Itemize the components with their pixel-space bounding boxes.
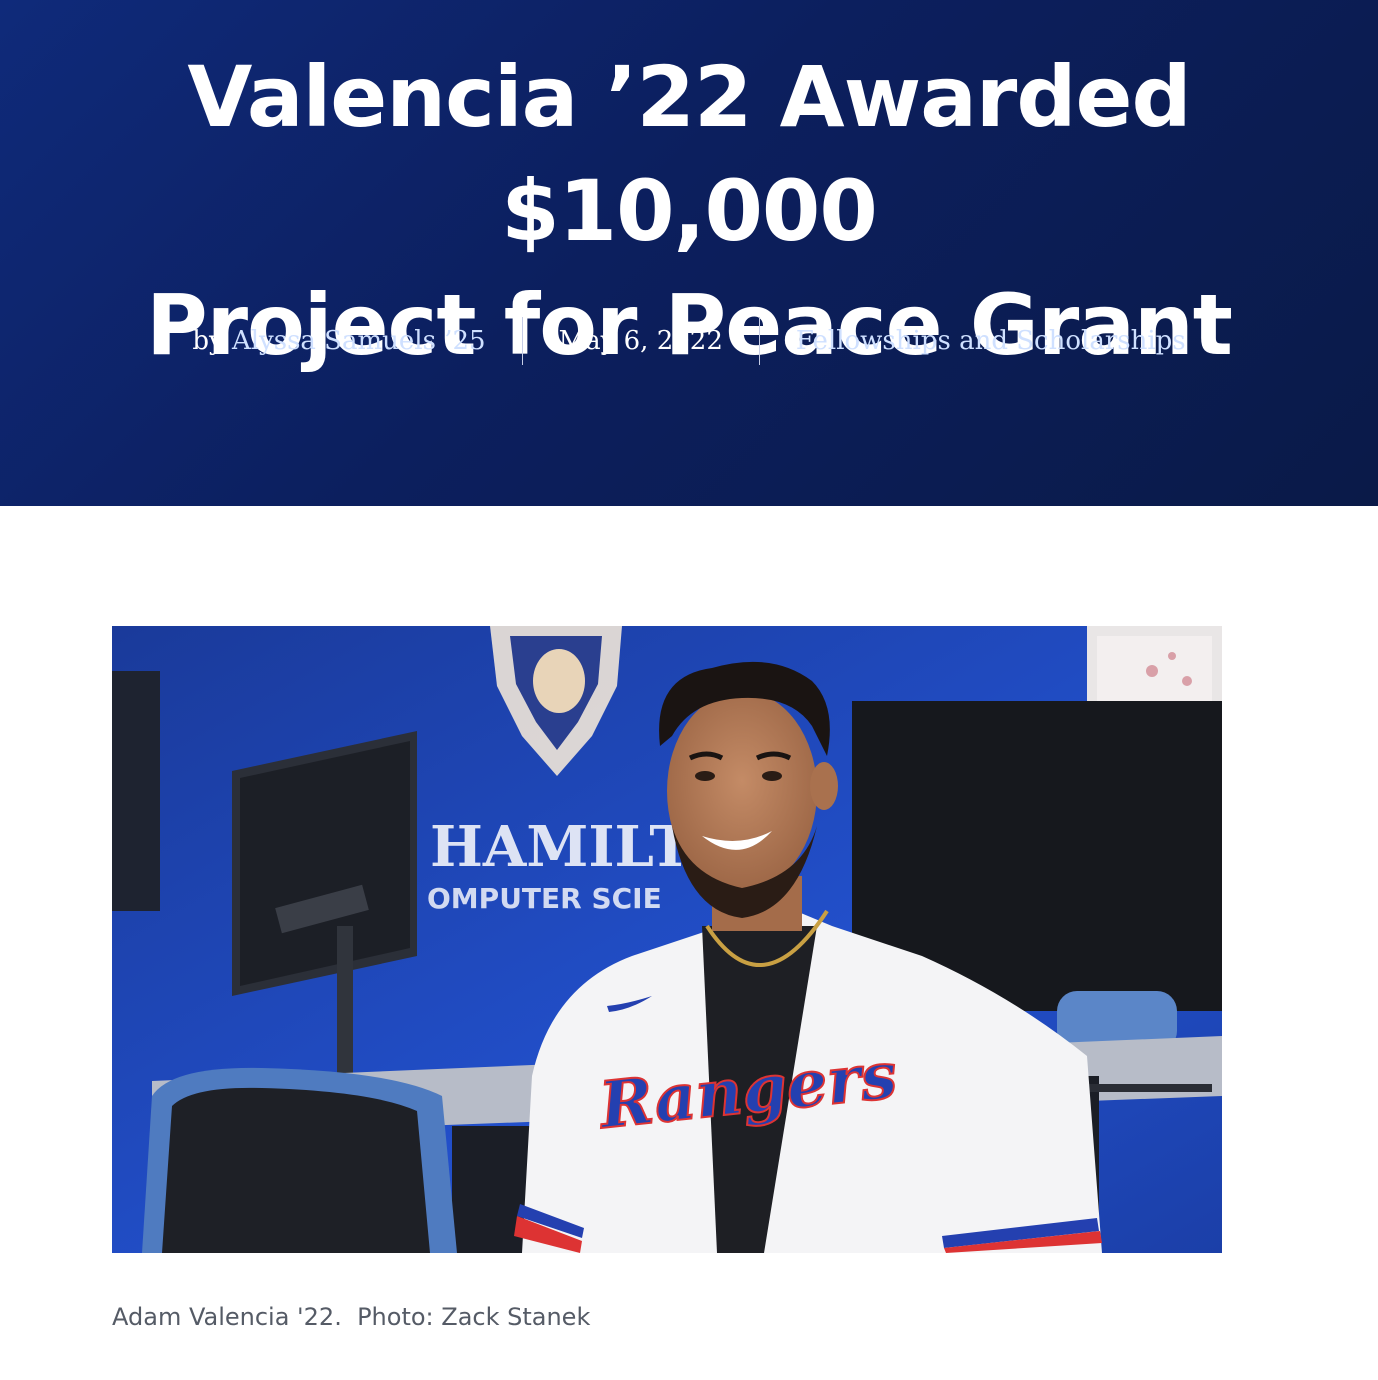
sign-text-line-2: OMPUTER SCIE [427, 882, 662, 915]
featured-photo: HAMILTO OMPUTER SCIE Rangers [112, 626, 1222, 1253]
article-meta: by Alyssa Samuels ’25 May 6, 2022 Fellow… [0, 315, 1378, 367]
byline-prefix: by [192, 326, 224, 356]
byline: by Alyssa Samuels ’25 [156, 326, 521, 356]
office-chair [142, 1067, 457, 1253]
article-header: Valencia ’22 Awarded $10,000 Project for… [0, 0, 1378, 506]
publish-date: May 6, 2022 [558, 326, 723, 356]
photo-caption: Adam Valencia '22. Photo: Zack Stanek [112, 1303, 591, 1331]
title-line-1: Valencia ’22 Awarded $10,000 [187, 48, 1191, 260]
category: Fellowships and Scholarships [760, 326, 1222, 356]
student-portrait-image: HAMILTO OMPUTER SCIE Rangers [112, 626, 1222, 1253]
author-link[interactable]: Alyssa Samuels ’25 [232, 326, 486, 356]
category-link[interactable]: Fellowships and Scholarships [796, 326, 1186, 356]
